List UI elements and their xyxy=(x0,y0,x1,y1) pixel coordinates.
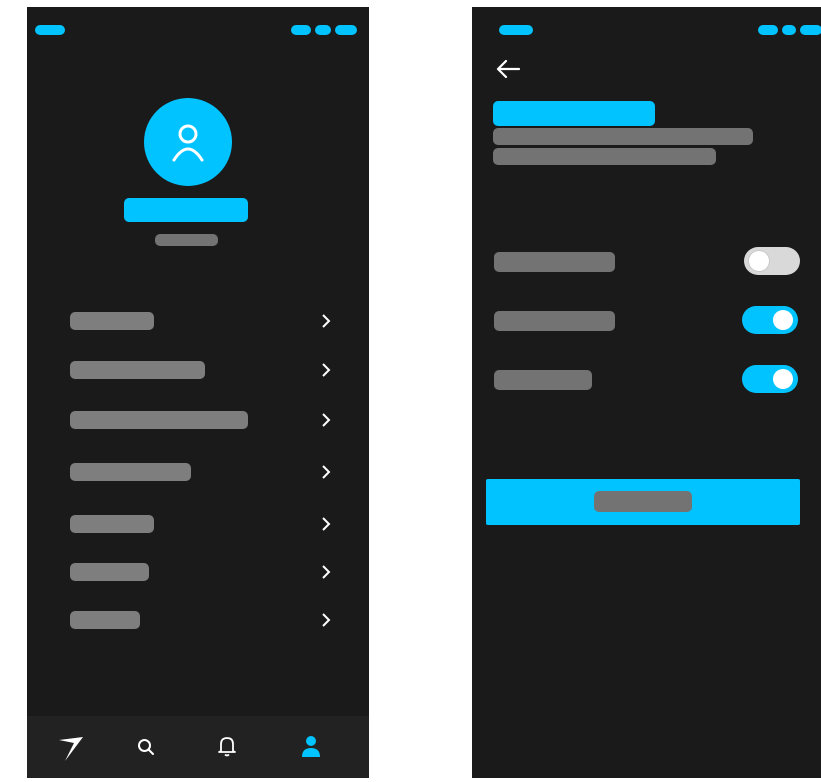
page-title xyxy=(493,101,655,126)
setting-label xyxy=(494,252,615,272)
status-bar-wifi xyxy=(782,25,796,35)
setting-label xyxy=(494,370,592,390)
profile-subtitle xyxy=(155,234,218,246)
menu-item-label xyxy=(70,312,154,330)
person-icon[interactable] xyxy=(301,735,321,757)
menu-item[interactable] xyxy=(27,606,369,634)
toggle-knob xyxy=(773,310,793,330)
profile-screen xyxy=(27,7,369,778)
menu-item-label xyxy=(70,563,149,581)
status-bar-battery xyxy=(335,25,357,35)
chevron-right-icon xyxy=(322,465,331,479)
arrow-left-icon[interactable] xyxy=(495,58,521,80)
description-line xyxy=(493,148,716,165)
setting-toggle-off[interactable] xyxy=(744,247,800,275)
bell-icon[interactable] xyxy=(218,735,236,757)
menu-item[interactable] xyxy=(27,356,369,384)
bottom-nav xyxy=(27,716,369,778)
setting-label xyxy=(494,311,615,331)
status-bar-battery xyxy=(800,25,821,35)
setting-toggle-on[interactable] xyxy=(742,365,798,393)
menu-item-label xyxy=(70,463,191,481)
chevron-right-icon xyxy=(322,565,331,579)
search-icon[interactable] xyxy=(137,738,155,756)
setting-row xyxy=(472,247,821,275)
toggle-knob xyxy=(749,251,769,271)
avatar[interactable] xyxy=(144,98,232,186)
menu-item-label xyxy=(70,361,205,379)
chevron-right-icon xyxy=(322,314,331,328)
menu-item-label xyxy=(70,611,140,629)
status-bar-signal xyxy=(291,25,311,35)
menu-item[interactable] xyxy=(27,510,369,538)
status-bar-time xyxy=(499,25,533,35)
toggle-knob xyxy=(773,369,793,389)
chevron-right-icon xyxy=(322,363,331,377)
profile-name xyxy=(124,198,248,222)
menu-item-label xyxy=(70,515,154,533)
menu-item[interactable] xyxy=(27,307,369,335)
menu-item[interactable] xyxy=(27,406,369,434)
save-button-label xyxy=(594,491,692,512)
status-bar-wifi xyxy=(315,25,331,35)
menu-item[interactable] xyxy=(27,458,369,486)
menu-item[interactable] xyxy=(27,558,369,586)
setting-row xyxy=(472,365,821,393)
settings-screen xyxy=(472,7,821,778)
logo-swoosh-icon[interactable] xyxy=(57,734,85,762)
status-bar-signal xyxy=(758,25,778,35)
user-outline-icon xyxy=(172,124,204,162)
chevron-right-icon xyxy=(322,413,331,427)
description-line xyxy=(493,128,753,145)
menu-item-label xyxy=(70,411,248,429)
setting-toggle-on[interactable] xyxy=(742,306,798,334)
setting-row xyxy=(472,306,821,334)
chevron-right-icon xyxy=(322,517,331,531)
status-bar-time xyxy=(35,25,65,35)
chevron-right-icon xyxy=(322,613,331,627)
save-button[interactable] xyxy=(486,479,800,525)
